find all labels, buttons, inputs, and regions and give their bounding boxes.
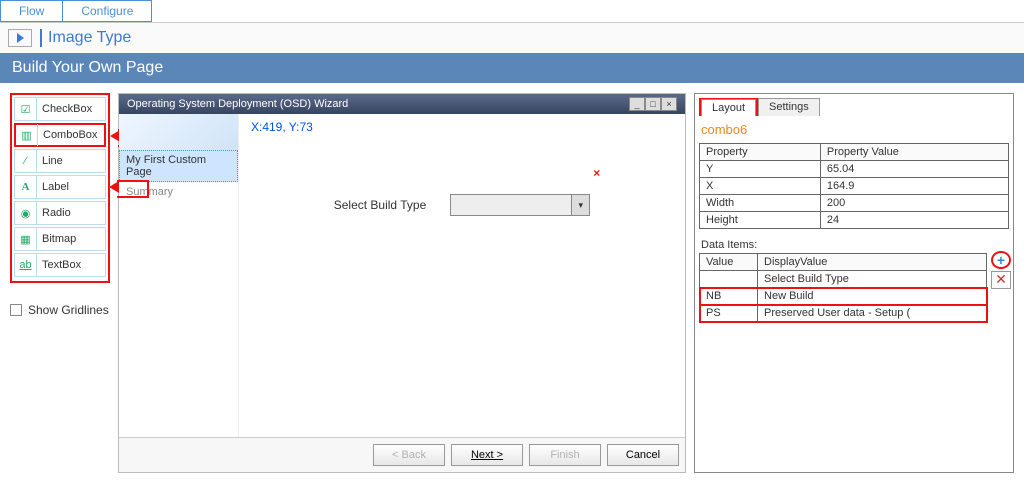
tool-line[interactable]: ⁄ Line [14, 149, 106, 173]
wizard-body: My First Custom Page Summary X:419, Y:73… [119, 114, 685, 437]
prop-key: Height [700, 212, 821, 229]
tool-label: CheckBox [37, 103, 105, 115]
data-row: Select Build Type [700, 271, 987, 288]
wizard-footer: < Back Next > Finish Cancel [119, 437, 685, 472]
cell-display[interactable]: New Build [758, 288, 987, 305]
topbar: Flow Configure [0, 0, 1024, 23]
tool-label: TextBox [37, 259, 105, 271]
tool-checkbox[interactable]: ☑ CheckBox [14, 97, 106, 121]
prop-key: X [700, 178, 821, 195]
tool-label[interactable]: A Label [14, 175, 106, 199]
prop-row: Width200 [700, 195, 1009, 212]
selection-name: combo6 [701, 122, 1007, 137]
build-type-combo[interactable]: ▾ [450, 194, 590, 216]
tool-label: Radio [37, 207, 105, 219]
tab-configure[interactable]: Configure [63, 0, 152, 22]
prop-key: Width [700, 195, 821, 212]
cancel-button[interactable]: Cancel [607, 444, 679, 466]
prop-val[interactable]: 164.9 [820, 178, 1008, 195]
cell-value[interactable]: PS [700, 305, 758, 322]
data-row: PSPreserved User data - Setup ( [700, 305, 987, 322]
checkbox-icon: ☑ [15, 98, 37, 120]
next-label: Next > [471, 449, 503, 461]
col-value: Value [700, 254, 758, 271]
toolbox-frame: ☑ CheckBox ▥ ComboBox ⁄ Line A Label ◉ R… [10, 93, 110, 283]
data-items-wrap: + ✕ ValueDisplayValue Select Build Type … [699, 253, 1009, 322]
workarea: ☑ CheckBox ▥ ComboBox ⁄ Line A Label ◉ R… [0, 83, 1024, 483]
play-icon [8, 29, 32, 47]
nav-item-custom[interactable]: My First Custom Page [119, 150, 238, 182]
tool-label: ComboBox [38, 129, 104, 141]
data-row: NBNew Build [700, 288, 987, 305]
textbox-icon: ab [15, 254, 37, 276]
prop-val[interactable]: 200 [820, 195, 1008, 212]
col-value: Property Value [820, 144, 1008, 161]
maximize-icon[interactable]: □ [645, 97, 661, 111]
checkbox-icon[interactable] [10, 304, 22, 316]
wizard-title: Operating System Deployment (OSD) Wizard [127, 98, 348, 110]
prop-key: Y [700, 161, 821, 178]
toolbox: ☑ CheckBox ▥ ComboBox ⁄ Line A Label ◉ R… [10, 93, 110, 317]
tool-label-text: Label [37, 181, 105, 193]
tool-label: Line [37, 155, 105, 167]
delete-marker-icon: × [593, 166, 600, 180]
cell-display[interactable]: Preserved User data - Setup ( [758, 305, 987, 322]
properties-panel: Layout Settings combo6 PropertyProperty … [694, 93, 1014, 473]
prop-row: X164.9 [700, 178, 1009, 195]
next-button[interactable]: Next > [451, 444, 523, 466]
tool-bitmap[interactable]: ▦ Bitmap [14, 227, 106, 251]
back-button[interactable]: < Back [373, 444, 445, 466]
radio-icon: ◉ [15, 202, 37, 224]
tool-combobox[interactable]: ▥ ComboBox [14, 123, 106, 147]
window-controls: _ □ × [629, 97, 677, 111]
nav-header [119, 114, 238, 150]
tool-radio[interactable]: ◉ Radio [14, 201, 106, 225]
wizard-titlebar: Operating System Deployment (OSD) Wizard… [119, 94, 685, 114]
prop-row: Y65.04 [700, 161, 1009, 178]
cell-value[interactable]: NB [700, 288, 758, 305]
col-display: DisplayValue [758, 254, 987, 271]
label-icon: A [15, 176, 37, 198]
wizard-main[interactable]: X:419, Y:73 Select Build Type ▾ × [239, 114, 685, 437]
wizard-nav: My First Custom Page Summary [119, 114, 239, 437]
remove-item-button[interactable]: ✕ [991, 271, 1011, 289]
line-icon: ⁄ [15, 150, 37, 172]
design-canvas: Operating System Deployment (OSD) Wizard… [118, 93, 686, 473]
prop-row: Height24 [700, 212, 1009, 229]
cell-display[interactable]: Select Build Type [758, 271, 987, 288]
tab-flow[interactable]: Flow [0, 0, 63, 22]
form-row: Select Build Type ▾ × [251, 194, 673, 216]
cell-value[interactable] [700, 271, 758, 288]
col-property: Property [700, 144, 821, 161]
breadcrumb: Image Type [0, 23, 1024, 53]
add-item-button[interactable]: + [991, 251, 1011, 269]
minimize-icon[interactable]: _ [629, 97, 645, 111]
show-gridlines[interactable]: Show Gridlines [10, 303, 110, 317]
combobox-icon: ▥ [16, 124, 38, 146]
tab-settings[interactable]: Settings [758, 98, 820, 116]
prop-val[interactable]: 65.04 [820, 161, 1008, 178]
tool-textbox[interactable]: ab TextBox [14, 253, 106, 277]
tool-label: Bitmap [37, 233, 105, 245]
panel-tabs: Layout Settings [699, 98, 1009, 116]
page-title: Build Your Own Page [0, 53, 1024, 83]
data-items-label: Data Items: [701, 239, 1007, 251]
prop-val[interactable]: 24 [820, 212, 1008, 229]
close-icon[interactable]: × [661, 97, 677, 111]
data-items-table: ValueDisplayValue Select Build Type NBNe… [699, 253, 987, 322]
finish-button[interactable]: Finish [529, 444, 601, 466]
bitmap-icon: ▦ [15, 228, 37, 250]
show-gridlines-label: Show Gridlines [28, 303, 109, 317]
select-build-label: Select Build Type [334, 198, 427, 212]
properties-table: PropertyProperty Value Y65.04 X164.9 Wid… [699, 143, 1009, 229]
tab-layout[interactable]: Layout [701, 99, 756, 116]
breadcrumb-item[interactable]: Image Type [40, 29, 131, 47]
coord-readout: X:419, Y:73 [251, 120, 673, 134]
chevron-down-icon[interactable]: ▾ [571, 195, 589, 215]
